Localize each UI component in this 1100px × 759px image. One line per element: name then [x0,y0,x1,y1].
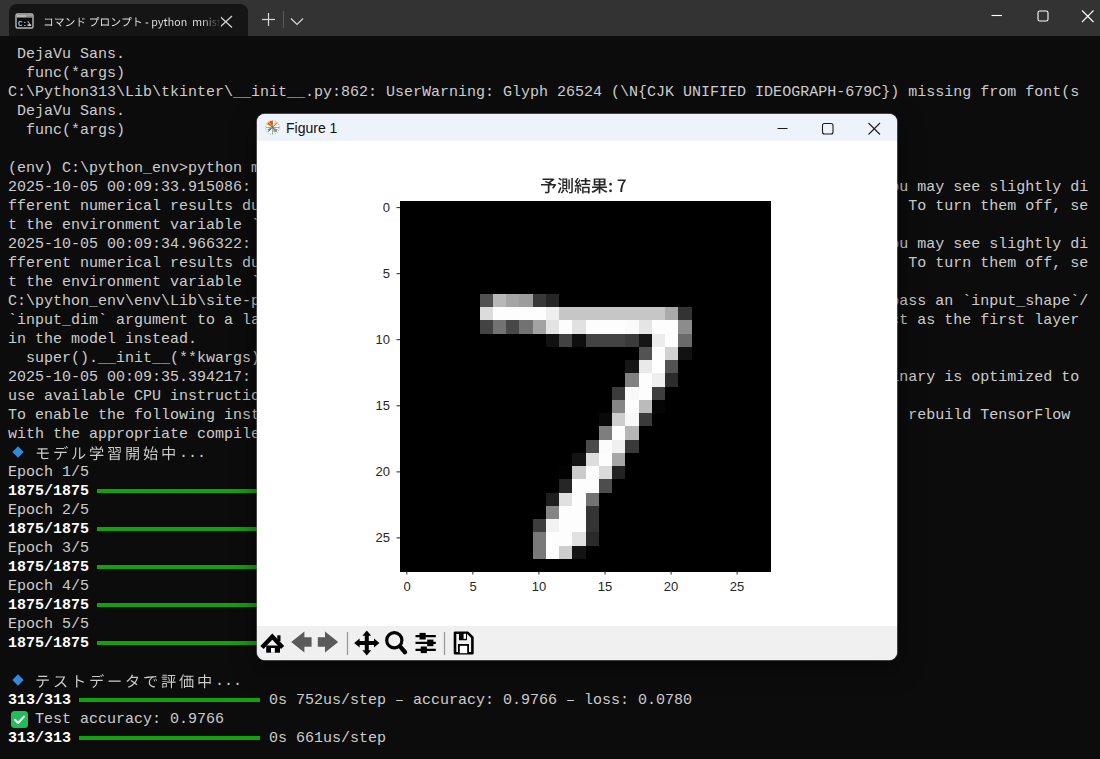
svg-text:C:\: C:\ [18,20,32,28]
